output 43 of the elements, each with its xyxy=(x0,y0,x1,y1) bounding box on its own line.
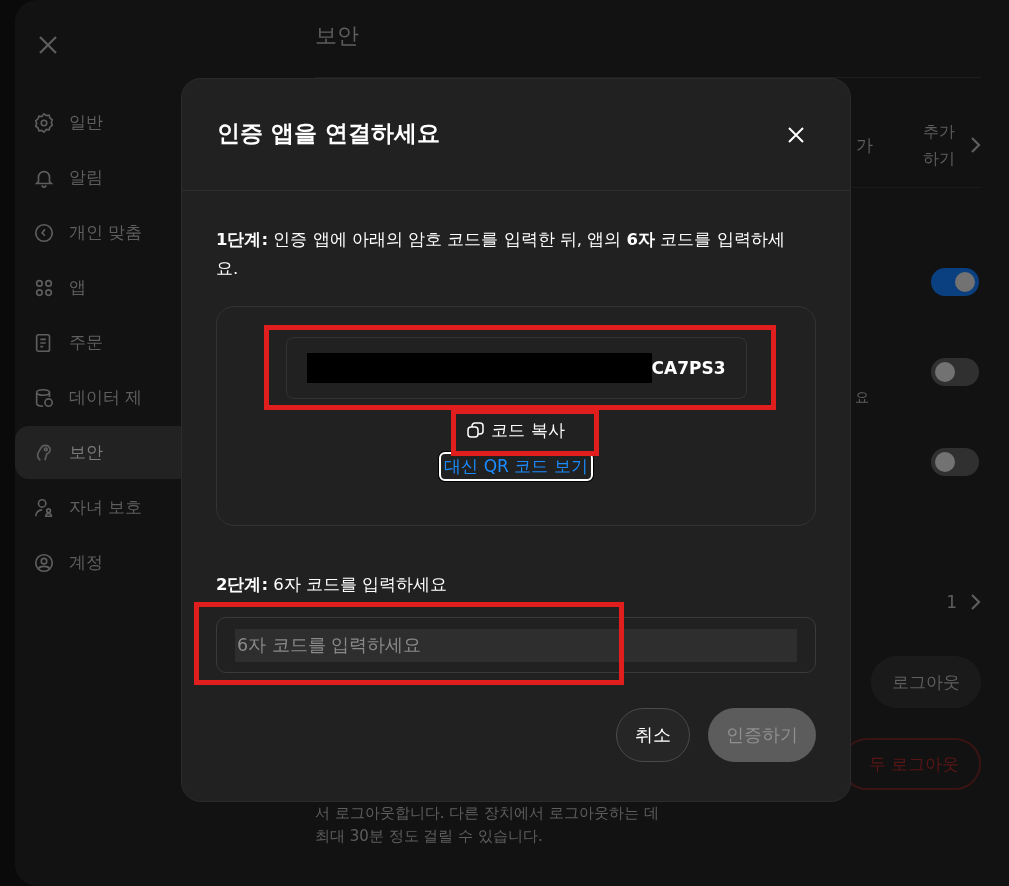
add-link[interactable]: 추가하기 xyxy=(923,117,957,173)
instruction-text: 1단계: 인증 앱에 아래의 암호 코드를 입력한 뒤, 앱의 6자 코드를 입력하세요. xyxy=(216,229,786,280)
code-input-field[interactable]: 6자 코드를 입력하세요 xyxy=(216,617,816,673)
sidebar-item[interactable]: 주문 xyxy=(15,316,193,369)
toggle-switch[interactable] xyxy=(931,448,979,476)
sidebar-label: 앱 xyxy=(69,276,86,299)
sidebar-label: 일반 xyxy=(69,111,103,134)
chevron-right-icon xyxy=(969,136,981,154)
partial-text: 요 xyxy=(855,389,869,407)
sidebar-label: 데이터 제 xyxy=(69,386,143,409)
toggle-switch[interactable] xyxy=(931,358,979,386)
sidebar-item[interactable]: 자녀 보호 xyxy=(15,481,193,534)
person-icon xyxy=(33,551,55,574)
database-icon xyxy=(33,386,55,409)
sidebar-label: 주문 xyxy=(69,331,103,354)
copy-icon xyxy=(467,422,485,439)
sidebar-item[interactable]: 알림 xyxy=(15,151,193,204)
sidebar-label: 보안 xyxy=(69,441,103,464)
sidebar-label: 알림 xyxy=(69,166,103,189)
gear-icon xyxy=(33,111,55,134)
instruction-text: 2단계: 6자 코드를 입력하세요 xyxy=(216,574,449,596)
copy-code-button[interactable]: 코드 복사 xyxy=(457,415,575,446)
sidebar-item[interactable]: 데이터 제 xyxy=(15,371,193,424)
clock-icon xyxy=(33,221,55,244)
toggle-switch[interactable] xyxy=(931,268,979,296)
sidebar-label: 계정 xyxy=(69,551,103,574)
sidebar-item[interactable]: 일반 xyxy=(15,96,193,149)
partial-text: 가 xyxy=(856,133,874,157)
cancel-button[interactable]: 취소 xyxy=(616,708,690,762)
sidebar-label: 자녀 보호 xyxy=(69,496,143,519)
sidebar-item[interactable]: 개인 맞춤 xyxy=(15,206,193,259)
sidebar-item[interactable]: 계정 xyxy=(15,536,193,589)
count-text: 1 xyxy=(946,592,957,612)
description-text: 서 로그아웃합니다. 다른 장치에서 로그아웃하는 데 최대 30분 정도 걸릴 수 있습니다. xyxy=(315,802,660,847)
qr-code-link[interactable]: 대신 QR 코드 보기 xyxy=(441,454,591,479)
logout-button[interactable]: 로그아웃 xyxy=(871,656,981,708)
page-title: 보안 xyxy=(315,21,359,50)
secret-code: CA7PS3 xyxy=(651,358,726,378)
chevron-right-icon xyxy=(969,593,981,611)
sidebar-item[interactable]: 앱 xyxy=(15,261,193,314)
dialog-title: 인증 앱을 연결하세요 xyxy=(217,119,440,148)
family-icon xyxy=(33,496,55,519)
sidebar-label: 개인 맞춤 xyxy=(69,221,143,244)
